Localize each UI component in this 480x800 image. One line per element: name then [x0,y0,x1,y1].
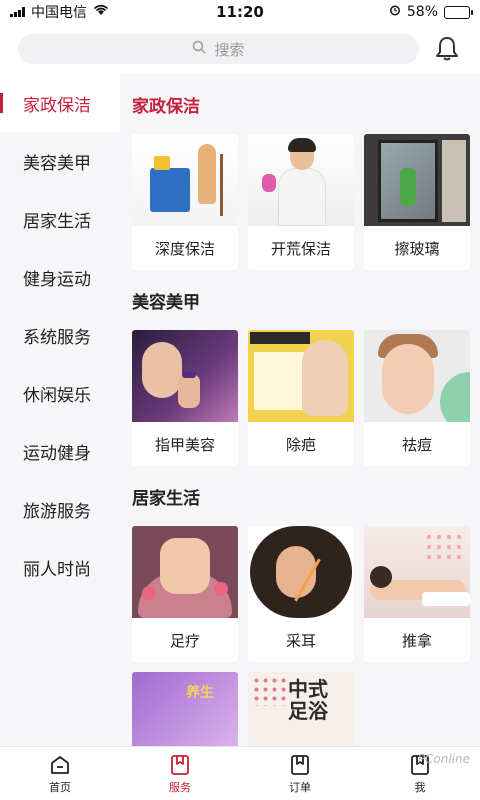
sidebar-item-leisure[interactable]: 休闲娱乐 [0,364,120,422]
sidebar-item-label: 健身运动 [23,269,91,290]
service-card-partial[interactable]: 中式 足浴 [248,672,354,746]
service-label: 推拿 [401,631,432,650]
sidebar-item-system-service[interactable]: 系统服务 [0,306,120,364]
bottom-tab-bar: 首页 服务 订单 我 [0,746,480,800]
service-grid: 深度保洁 开荒保洁 擦玻璃 [132,134,480,270]
sidebar-item-home-life[interactable]: 居家生活 [0,190,120,248]
status-right: 58% [389,4,473,20]
service-label: 足疗 [169,631,200,650]
tab-order[interactable]: 订单 [240,747,360,800]
battery-icon [444,5,473,19]
wifi-icon [93,4,109,20]
service-card-scar-removal[interactable]: 除疤 [248,330,354,466]
service-card-ear-cleaning[interactable]: 采耳 [248,526,354,662]
status-left: 中国电信 [10,2,109,22]
sidebar-item-travel[interactable]: 旅游服务 [0,480,120,538]
service-label: 开荒保洁 [270,239,331,258]
service-card-nail[interactable]: 指甲美容 [132,330,238,466]
watermark: PConline [417,752,470,766]
service-label: 擦玻璃 [394,239,440,258]
sidebar-item-sports[interactable]: 运动健身 [0,422,120,480]
sidebar-item-label: 旅游服务 [23,501,91,522]
sidebar-item-fashion[interactable]: 丽人时尚 [0,538,120,596]
sidebar-item-label: 居家生活 [23,211,91,232]
sidebar-item-label: 家政保洁 [23,95,91,116]
sidebar-item-fitness[interactable]: 健身运动 [0,248,120,306]
service-card-foot-massage[interactable]: 足疗 [132,526,238,662]
tab-label: 我 [414,780,426,794]
service-card-deep-clean[interactable]: 深度保洁 [132,134,238,270]
sidebar-item-label: 休闲娱乐 [23,385,91,406]
battery-percent: 58% [406,4,438,20]
service-card-massage[interactable]: 推拿 [364,526,470,662]
service-grid: 指甲美容 除疤 祛痘 [132,330,480,466]
home-icon [51,755,69,774]
tab-label: 订单 [289,780,311,794]
deep-clean-image [132,134,238,226]
search-input[interactable]: 搜索 [18,34,419,64]
order-icon [291,754,309,775]
status-time: 11:20 [216,3,264,21]
sidebar-item-label: 系统服务 [23,327,91,348]
chinese-style-image: 中式 足浴 [248,672,354,746]
section-title: 家政保洁 [132,96,200,117]
move-in-clean-image [248,134,354,226]
service-card-acne[interactable]: 祛痘 [364,330,470,466]
service-card-move-in-clean[interactable]: 开荒保洁 [248,134,354,270]
massage-image [364,526,470,618]
service-grid: 足疗 采耳 推拿 [132,526,480,662]
wellness-image: 养生 [132,672,238,746]
sidebar-item-label: 运动健身 [23,443,91,464]
ear-cleaning-image [248,526,354,618]
service-card-window-clean[interactable]: 擦玻璃 [364,134,470,270]
sidebar-item-beauty[interactable]: 美容美甲 [0,132,120,190]
foot-massage-image [132,526,238,618]
carrier-label: 中国电信 [31,5,87,21]
service-grid: 养生 中式 足浴 [132,672,480,746]
service-content: 家政保洁 深度保洁 开荒保洁 擦玻璃 美容美甲 指甲美容 除疤 祛痘 居家生活 … [120,74,480,746]
service-label: 深度保洁 [154,239,215,258]
service-label: 除疤 [285,435,316,454]
status-bar: 中国电信 11:20 58% [0,0,480,24]
sidebar-item-housekeeping[interactable]: 家政保洁 [0,74,120,132]
tab-label: 首页 [49,780,71,794]
section-title: 美容美甲 [132,292,200,313]
acne-image [364,330,470,422]
sidebar: 家政保洁 美容美甲 居家生活 健身运动 系统服务 休闲娱乐 运动健身 旅游服务 … [0,74,120,746]
signal-icon [10,7,25,17]
tab-home[interactable]: 首页 [0,747,120,800]
header: 搜索 [0,24,480,74]
sidebar-item-label: 丽人时尚 [23,559,91,580]
bell-icon[interactable] [432,34,462,64]
service-label: 采耳 [285,631,316,650]
section-title: 居家生活 [132,488,200,509]
window-clean-image [364,134,470,226]
search-icon [192,40,207,58]
service-label: 祛痘 [401,435,432,454]
scar-removal-image [248,330,354,422]
service-label: 指甲美容 [154,435,215,454]
service-card-partial[interactable]: 养生 [132,672,238,746]
service-icon [171,754,189,775]
search-placeholder: 搜索 [214,40,245,59]
sidebar-item-label: 美容美甲 [23,153,91,174]
nail-image [132,330,238,422]
tab-service[interactable]: 服务 [120,747,240,800]
alarm-icon [389,4,401,20]
tab-label: 服务 [169,780,191,794]
